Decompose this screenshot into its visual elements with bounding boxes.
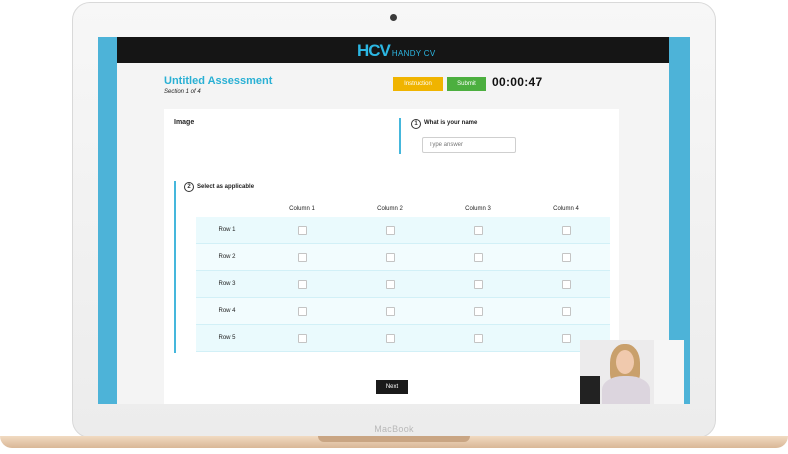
grid-checkbox[interactable] xyxy=(297,279,307,289)
grid-checkbox[interactable] xyxy=(561,225,571,235)
grid-checkbox[interactable] xyxy=(473,306,483,316)
grid-checkbox[interactable] xyxy=(385,333,395,343)
grid-checkbox[interactable] xyxy=(561,333,571,343)
question-1-accent-bar xyxy=(399,118,401,154)
webcam-person-face xyxy=(616,350,634,374)
webcam-person-body xyxy=(602,376,650,404)
question-1-title: What is your name xyxy=(424,120,478,126)
grid-checkbox[interactable] xyxy=(473,252,483,262)
countdown-timer: 00:00:47 xyxy=(492,75,543,89)
question-2-accent-bar xyxy=(174,181,176,353)
image-placeholder-label: Image xyxy=(174,119,195,126)
grid-row: Row 5 xyxy=(196,325,610,352)
webcam-background xyxy=(654,340,684,404)
laptop-notch xyxy=(318,436,470,442)
question-2-number: 2 xyxy=(184,182,194,192)
question-card: Image 1 What is your name 2 Select as ap… xyxy=(164,109,619,404)
row-label: Row 2 xyxy=(218,254,236,260)
checkbox-grid: Column 1 Column 2 Column 3 Column 4 Row … xyxy=(196,201,610,352)
column-header: Column 3 xyxy=(465,206,491,212)
grid-checkbox[interactable] xyxy=(385,306,395,316)
row-label: Row 3 xyxy=(218,281,236,287)
section-indicator: Section 1 of 4 xyxy=(164,89,201,95)
grid-corner xyxy=(196,201,258,217)
assessment-title: Untitled Assessment xyxy=(164,75,273,87)
grid-checkbox[interactable] xyxy=(385,279,395,289)
row-label: Row 5 xyxy=(218,335,236,341)
question-1-number: 1 xyxy=(411,119,421,129)
question-2-title: Select as applicable xyxy=(197,184,255,190)
row-label: Row 1 xyxy=(218,227,236,233)
logo-mark: HCV xyxy=(357,40,391,60)
column-header: Column 2 xyxy=(377,206,403,212)
grid-checkbox[interactable] xyxy=(561,279,571,289)
logo: HCV HANDY CV xyxy=(357,40,436,60)
logo-text: HANDY CV xyxy=(391,48,436,58)
webcam-lens-icon xyxy=(390,14,397,21)
instruction-button[interactable]: Instruction xyxy=(393,77,443,91)
grid-row: Row 2 xyxy=(196,244,610,271)
next-button[interactable]: Next xyxy=(376,380,408,394)
column-header: Column 1 xyxy=(289,206,315,212)
grid-checkbox[interactable] xyxy=(561,306,571,316)
grid-checkbox[interactable] xyxy=(473,333,483,343)
grid-body: Row 1 Row 2 Row 3 Row 4 Row 5 xyxy=(196,217,610,352)
grid-checkbox[interactable] xyxy=(297,225,307,235)
top-bar: HCV HANDY CV xyxy=(117,37,669,63)
grid-row: Row 4 xyxy=(196,298,610,325)
submit-button[interactable]: Submit xyxy=(447,77,486,91)
grid-checkbox[interactable] xyxy=(297,306,307,316)
name-answer-input[interactable] xyxy=(422,137,516,153)
webcam-monitor-shape xyxy=(580,376,600,404)
column-header: Column 4 xyxy=(553,206,579,212)
grid-row: Row 1 xyxy=(196,217,610,244)
grid-checkbox[interactable] xyxy=(385,225,395,235)
grid-checkbox[interactable] xyxy=(473,279,483,289)
device-brand-label: MacBook xyxy=(374,424,414,434)
grid-header-row: Column 1 Column 2 Column 3 Column 4 xyxy=(196,201,610,217)
grid-checkbox[interactable] xyxy=(473,225,483,235)
grid-checkbox[interactable] xyxy=(385,252,395,262)
grid-checkbox[interactable] xyxy=(297,333,307,343)
row-label: Row 4 xyxy=(218,308,236,314)
webcam-preview xyxy=(580,340,684,404)
grid-checkbox[interactable] xyxy=(297,252,307,262)
grid-checkbox[interactable] xyxy=(561,252,571,262)
grid-row: Row 3 xyxy=(196,271,610,298)
